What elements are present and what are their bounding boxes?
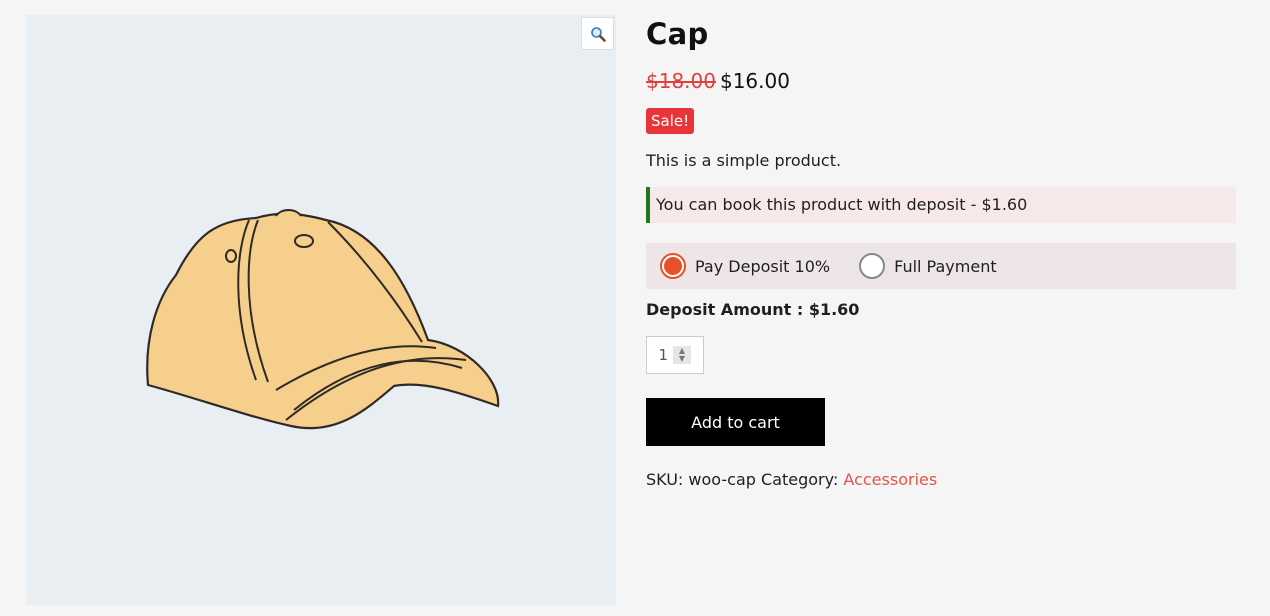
- category-link[interactable]: Accessories: [843, 470, 937, 489]
- product-description: This is a simple product.: [646, 151, 842, 170]
- quantity-value: 1: [658, 346, 668, 364]
- product-gallery: [26, 15, 616, 605]
- product-price: $18.00 $16.00: [646, 66, 1236, 96]
- product-meta: SKU: woo-cap Category: Accessories: [646, 468, 1236, 492]
- sale-badge: Sale!: [646, 108, 695, 134]
- quantity-stepper[interactable]: ▲ ▼: [673, 346, 691, 364]
- sku-value: woo-cap: [688, 470, 756, 489]
- pay-deposit-label: Pay Deposit 10%: [695, 256, 831, 276]
- add-to-cart-button[interactable]: Add to cart: [646, 398, 825, 446]
- magnifier-icon: [590, 26, 606, 42]
- regular-price: $18.00: [646, 69, 716, 93]
- chevron-down-icon[interactable]: ▼: [679, 355, 685, 363]
- product-image[interactable]: [136, 190, 516, 430]
- product-page: Cap $18.00 $16.00 Sale! This is a simple …: [0, 0, 1270, 616]
- quantity-input[interactable]: 1 ▲ ▼: [646, 336, 704, 374]
- sku-label: SKU:: [646, 470, 684, 489]
- sale-price: $16.00: [719, 69, 790, 93]
- pay-deposit-radio[interactable]: [660, 253, 686, 279]
- product-title: Cap: [646, 17, 709, 51]
- full-payment-option[interactable]: Full Payment: [859, 253, 997, 279]
- deposit-notice: You can book this product with deposit -…: [646, 187, 1236, 223]
- full-payment-radio[interactable]: [859, 253, 886, 279]
- payment-options: Pay Deposit 10% Full Payment: [646, 243, 1236, 289]
- deposit-amount: Deposit Amount : $1.60: [646, 300, 860, 319]
- category-label: Category:: [761, 470, 839, 489]
- full-payment-label: Full Payment: [894, 256, 997, 276]
- pay-deposit-option[interactable]: Pay Deposit 10%: [660, 253, 830, 279]
- product-summary: Cap $18.00 $16.00 Sale! This is a simple …: [646, 14, 1236, 492]
- zoom-button[interactable]: [581, 17, 614, 50]
